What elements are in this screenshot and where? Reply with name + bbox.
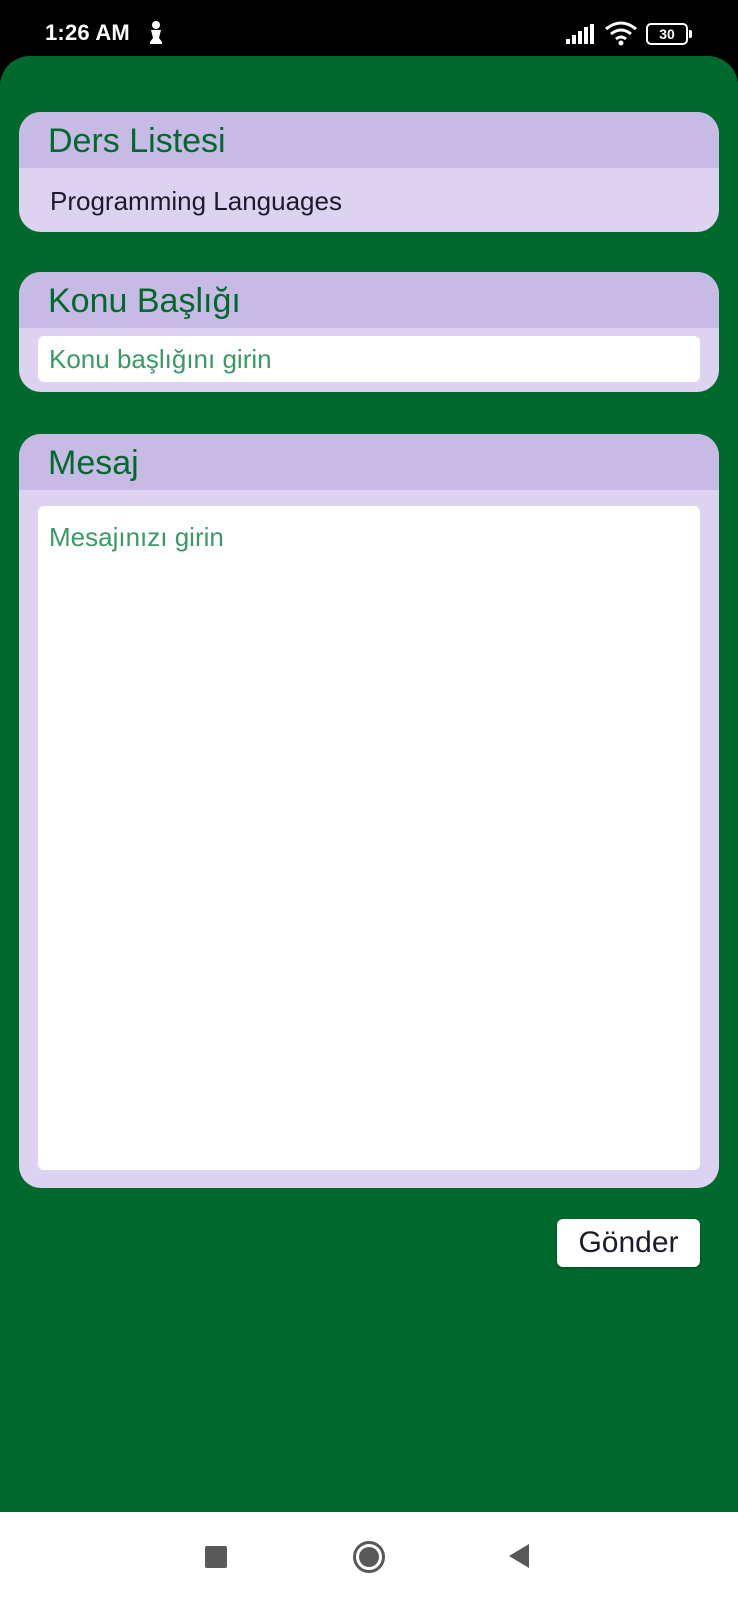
send-button[interactable]: Gönder: [557, 1219, 700, 1267]
ders-listesi-selected[interactable]: Programming Languages: [19, 168, 719, 232]
home-circle-icon[interactable]: [352, 1540, 386, 1579]
app-screen: Ders Listesi Programming Languages Konu …: [0, 56, 738, 1512]
konu-basligi-input[interactable]: [38, 336, 700, 382]
konu-basligi-card: Konu Başlığı: [19, 272, 719, 392]
system-nav-bar: [0, 1512, 738, 1600]
mesaj-card: Mesaj: [19, 434, 719, 1188]
konu-basligi-label: Konu Başlığı: [19, 272, 719, 328]
back-triangle-icon[interactable]: [507, 1543, 531, 1574]
status-time: 1:26 AM: [45, 20, 130, 45]
battery-level: 30: [646, 23, 688, 45]
person-icon: [146, 20, 166, 46]
signal-icon: [566, 24, 594, 49]
ders-listesi-label: Ders Listesi: [19, 112, 719, 168]
ders-listesi-card[interactable]: Ders Listesi Programming Languages: [19, 112, 719, 232]
mesaj-label: Mesaj: [19, 434, 719, 490]
status-bar: 1:26 AM 30: [0, 0, 738, 60]
mesaj-textarea[interactable]: [38, 506, 700, 1170]
wifi-icon: [604, 20, 638, 51]
battery-icon: 30: [646, 23, 692, 45]
recents-square-icon[interactable]: [205, 1546, 227, 1568]
